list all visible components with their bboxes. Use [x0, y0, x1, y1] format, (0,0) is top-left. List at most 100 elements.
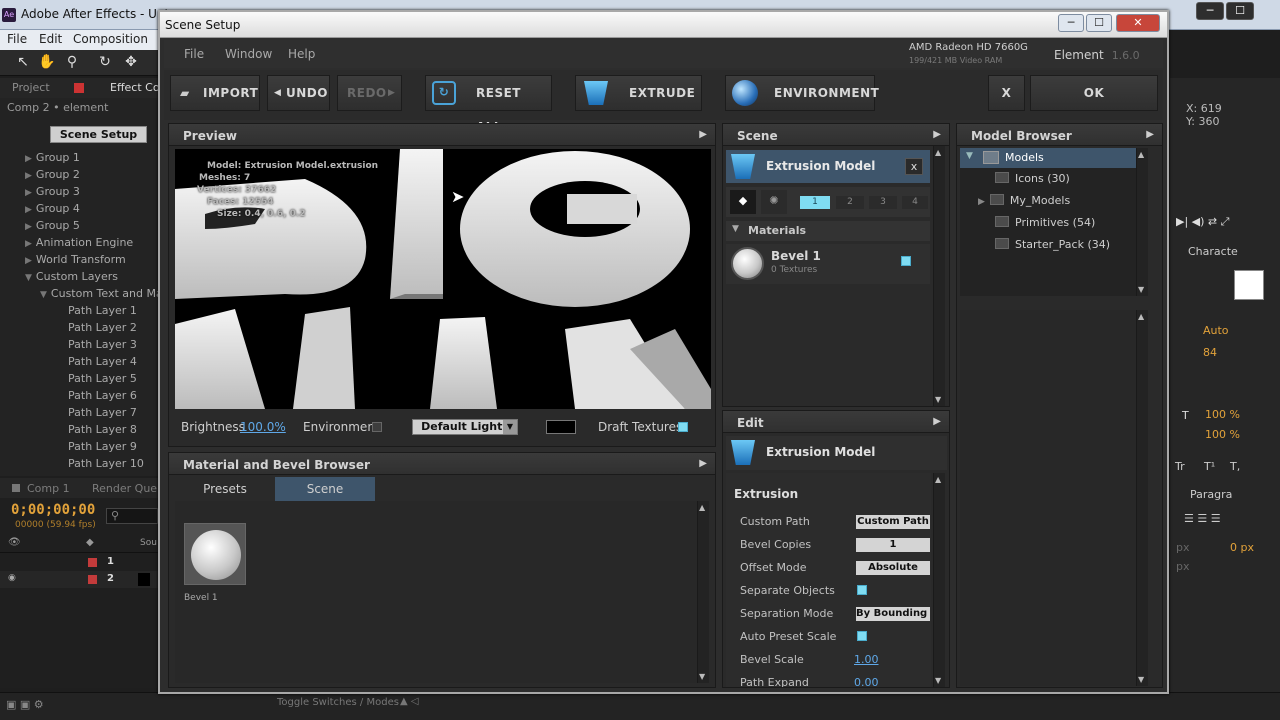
expand-arrow-icon[interactable]: ▶ — [25, 256, 32, 266]
timeline-search-input[interactable]: ⚲ — [106, 508, 158, 524]
property-dropdown[interactable]: Custom Path — [856, 515, 930, 529]
model-folder-icons[interactable]: Icons (30) — [995, 172, 1070, 185]
effect-tree-item[interactable]: Path Layer 10 — [68, 457, 144, 470]
reset-all-button[interactable]: ↻RESET ALL — [425, 75, 552, 134]
model-tree-scrollbar[interactable]: ▲ ▼ — [1136, 148, 1148, 296]
bevel-visible-checkbox[interactable] — [901, 256, 911, 266]
lights-dropdown[interactable]: Default Lights ▼ — [412, 419, 518, 435]
group-3-tab[interactable]: 3 — [869, 196, 897, 209]
menu-window[interactable]: Window — [225, 47, 272, 61]
expand-arrow-icon[interactable]: ▶ — [25, 205, 32, 215]
player-controls-icon[interactable]: ▶| ◀) ⇄ ⤢ — [1176, 215, 1229, 229]
scroll-up-icon[interactable]: ▲ — [935, 148, 941, 157]
scroll-up-icon[interactable]: ▲ — [699, 503, 705, 512]
dialog-maximize-button[interactable]: ☐ — [1086, 14, 1112, 32]
edit-scrollbar[interactable]: ▲ ▼ — [933, 473, 945, 687]
panel-menu-arrow-icon[interactable]: ▶ — [699, 129, 707, 140]
preview-viewport[interactable]: Model: Extrusion Model.extrusion Meshes:… — [175, 149, 711, 409]
hand-tool-icon[interactable]: ✋ — [38, 54, 56, 72]
effect-tree-item[interactable]: ▶ Group 4 — [25, 202, 80, 215]
scroll-up-icon[interactable]: ▲ — [935, 475, 941, 484]
effect-tree-item[interactable]: Path Layer 1 — [68, 304, 137, 317]
ok-button[interactable]: OK — [1030, 75, 1158, 111]
model-preview-scrollbar[interactable]: ▲ ▼ — [1136, 310, 1148, 686]
scroll-down-icon[interactable]: ▼ — [1138, 675, 1144, 684]
effect-tree-item[interactable]: ▼ Custom Text and Ma — [40, 287, 163, 300]
scene-setup-button[interactable]: Scene Setup — [50, 126, 147, 143]
property-checkbox[interactable] — [857, 631, 867, 641]
collapse-arrow-icon[interactable]: ▼ — [25, 273, 32, 283]
draft-textures-checkbox[interactable] — [678, 422, 688, 432]
panel-menu-arrow-icon[interactable]: ▶ — [933, 416, 941, 427]
faux-tt[interactable]: Tr — [1175, 460, 1185, 473]
background-color-swatch[interactable] — [546, 420, 576, 434]
panel-menu-arrow-icon[interactable]: ▶ — [933, 129, 941, 140]
effect-tree-item[interactable]: Path Layer 9 — [68, 440, 137, 453]
ae-maximize-button[interactable]: ☐ — [1226, 2, 1254, 20]
expand-arrow-icon[interactable]: ▶ — [25, 188, 32, 198]
expand-arrow-icon[interactable]: ▶ — [25, 154, 32, 164]
property-value-field[interactable]: 1 — [856, 538, 930, 552]
property-checkbox[interactable] — [857, 585, 867, 595]
scroll-down-icon[interactable]: ▼ — [935, 676, 941, 685]
superscript[interactable]: T¹ — [1204, 460, 1215, 473]
effect-tree-item[interactable]: Path Layer 5 — [68, 372, 137, 385]
vertical-scale[interactable]: 100 % — [1205, 408, 1240, 421]
property-dropdown[interactable]: Absolute — [856, 561, 930, 575]
particle-view-icon[interactable]: ✺ — [761, 190, 787, 214]
collapse-arrow-icon[interactable]: ▼ — [40, 290, 47, 300]
indent-right[interactable]: 0 px — [1230, 541, 1254, 554]
timecode[interactable]: 0;00;00;00 — [11, 502, 95, 518]
panel-menu-arrow-icon[interactable]: ▶ — [699, 458, 707, 469]
zoom-tool-icon[interactable]: ⚲ — [63, 54, 81, 72]
environment-button[interactable]: ENVIRONMENT — [725, 75, 879, 111]
scroll-down-icon[interactable]: ▼ — [935, 395, 941, 404]
bevel-material-row[interactable]: Bevel 1 0 Textures — [726, 244, 930, 284]
toggle-switches-label[interactable]: Toggle Switches / Modes — [277, 697, 399, 708]
timeline-tab-comp1[interactable]: Comp 1 — [27, 482, 70, 495]
rotate-tool-icon[interactable]: ↻ — [96, 54, 114, 72]
menu-file[interactable]: File — [184, 47, 204, 61]
import-button[interactable]: ▰ IMPORT — [170, 75, 260, 111]
property-scrub-value[interactable]: 1.00 — [854, 653, 879, 666]
models-root-row[interactable]: ▼ Models — [960, 148, 1136, 168]
scene-model-row[interactable]: Extrusion Model x — [726, 150, 930, 183]
property-dropdown[interactable]: By Bounding B — [856, 607, 930, 621]
model-view-icon[interactable]: ◆ — [730, 190, 756, 214]
undo-button[interactable]: ◀ UNDO — [267, 75, 330, 111]
subscript[interactable]: T, — [1230, 460, 1240, 473]
tab-scene[interactable]: Scene — [275, 477, 375, 501]
ae-menu-file[interactable]: File — [7, 32, 27, 46]
fill-color-swatch[interactable] — [1234, 270, 1264, 300]
scene-scrollbar[interactable]: ▲ ▼ — [933, 146, 945, 406]
group-2-tab[interactable]: 2 — [836, 196, 864, 209]
effect-tree-item[interactable]: Path Layer 3 — [68, 338, 137, 351]
effect-tree-item[interactable]: Path Layer 2 — [68, 321, 137, 334]
dialog-minimize-button[interactable]: ─ — [1058, 14, 1084, 32]
timeline-layer-row[interactable]: ◉ 2 — [0, 571, 160, 588]
timeline-layer-row[interactable]: 1 — [0, 554, 160, 571]
effect-tree-item[interactable]: Path Layer 8 — [68, 423, 137, 436]
effect-tree-item[interactable]: ▶ Group 3 — [25, 185, 80, 198]
cancel-button[interactable]: X — [988, 75, 1025, 111]
redo-button[interactable]: REDO ▶ — [337, 75, 402, 111]
dialog-close-button[interactable]: ✕ — [1116, 14, 1160, 32]
eye-icon[interactable]: ◉ — [8, 573, 16, 583]
effect-tree-item[interactable]: ▶ Group 1 — [25, 151, 80, 164]
scroll-up-icon[interactable]: ▲ — [1138, 312, 1144, 321]
comp-icon[interactable]: ▣ ▣ ⚙ — [6, 698, 44, 711]
ae-menu-edit[interactable]: Edit — [39, 32, 62, 46]
model-folder-my-models[interactable]: ▶ My_Models — [978, 194, 1070, 207]
effect-tree-item[interactable]: Path Layer 4 — [68, 355, 137, 368]
ae-minimize-button[interactable]: ─ — [1196, 2, 1224, 20]
brightness-value[interactable]: 100.0% — [240, 420, 286, 434]
material-scrollbar[interactable]: ▲ ▼ — [697, 501, 709, 683]
horizontal-scale[interactable]: 100 % — [1205, 428, 1240, 441]
model-folder-starter-pack[interactable]: Starter_Pack (34) — [995, 238, 1110, 251]
materials-header[interactable]: ▼ Materials — [726, 221, 930, 241]
expand-arrow-icon[interactable]: ▶ — [25, 171, 32, 181]
remove-model-button[interactable]: x — [905, 158, 923, 175]
align-icons[interactable]: ☰ ☰ ☰ — [1184, 512, 1221, 525]
ae-menu-composition[interactable]: Composition — [73, 32, 148, 46]
scroll-down-icon[interactable]: ▼ — [1138, 285, 1144, 294]
